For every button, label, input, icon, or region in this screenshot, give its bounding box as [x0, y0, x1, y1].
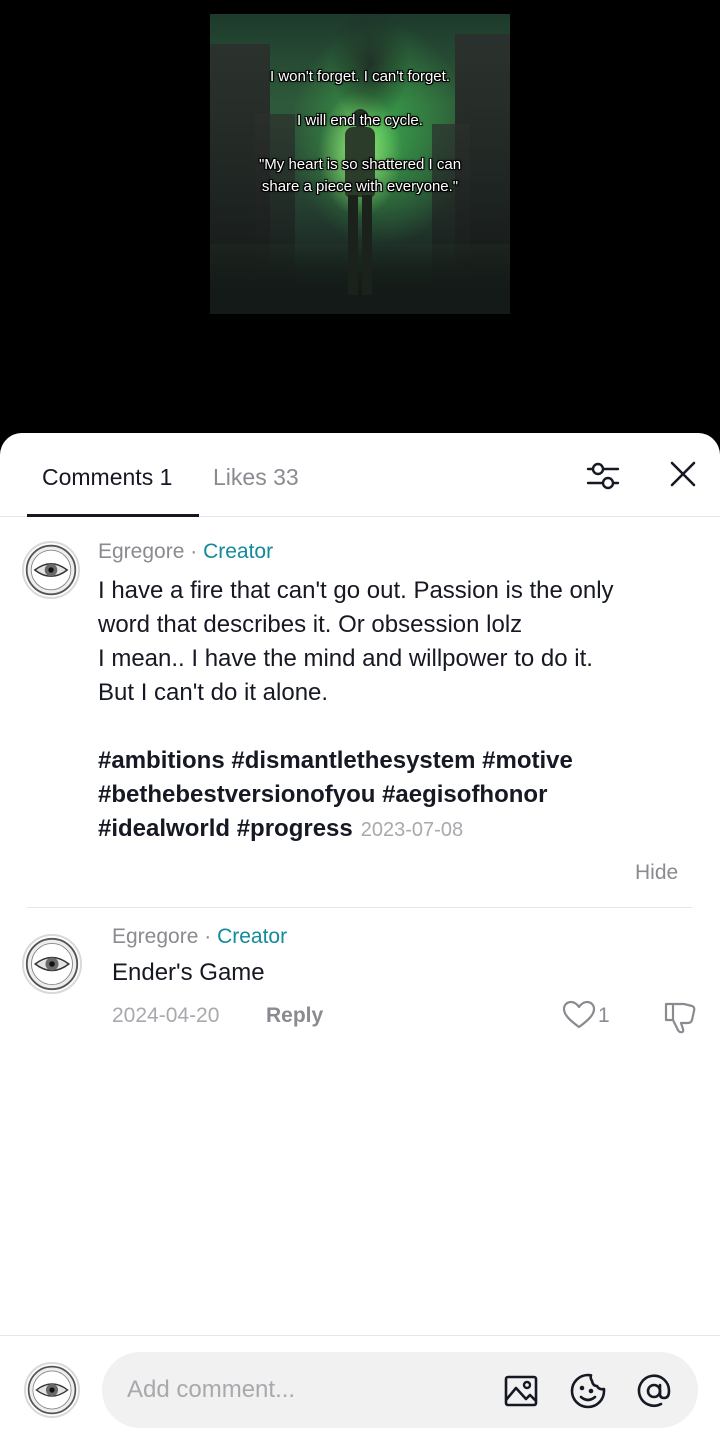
comment-author[interactable]: Egregore — [98, 540, 184, 563]
caption-line: I won't forget. I can't forget. — [270, 68, 450, 85]
heart-icon — [562, 1000, 596, 1029]
comment-text-line: I have a fire that can't go out. Passion… — [98, 577, 614, 604]
hashtag-line[interactable]: #ambitions #dismantlethesystem #motive — [98, 744, 698, 778]
meta-separator: · — [198, 925, 218, 948]
emoji-icon[interactable] — [569, 1372, 607, 1410]
caption-line: I will end the cycle. — [297, 112, 423, 129]
video-thumbnail: I won't forget. I can't forget. I will e… — [210, 14, 510, 314]
video-caption: I won't forget. I can't forget. I will e… — [210, 66, 510, 198]
comment-input-placeholder: Add comment... — [127, 1376, 296, 1403]
tab-comments[interactable]: Comments 1 — [42, 463, 172, 491]
hashtag-line[interactable]: #bethebestversionofyou #aegisofhonor — [98, 778, 698, 812]
comment-text: Ender's Game — [112, 959, 265, 986]
comment-text-line: But I can't do it alone. — [98, 679, 329, 706]
caption-line: "My heart is so shattered I can share a … — [258, 156, 462, 195]
close-icon[interactable] — [664, 455, 702, 493]
comment-meta: Egregore · Creator — [98, 539, 273, 565]
image-icon[interactable] — [502, 1372, 540, 1410]
avatar[interactable] — [22, 934, 82, 994]
comment-item[interactable]: Egregore · Creator I have a fire that ca… — [0, 517, 720, 907]
comment-author[interactable]: Egregore — [112, 925, 198, 948]
sliders-icon[interactable] — [584, 457, 622, 495]
comments-sheet: Comments 1 Likes 33 Egregore · Creator I… — [0, 433, 720, 1444]
like-button[interactable]: 1 — [562, 998, 622, 1032]
tab-likes[interactable]: Likes 33 — [213, 463, 299, 491]
comment-text: I have a fire that can't go out. Passion… — [98, 574, 698, 847]
thumbs-down-icon[interactable] — [662, 1000, 698, 1034]
comment-composer: Add comment... — [0, 1335, 720, 1444]
comment-input[interactable]: Add comment... — [102, 1352, 698, 1428]
reply-button[interactable]: Reply — [266, 1003, 323, 1029]
comment-item[interactable]: Egregore · Creator Ender's Game 2024-04-… — [0, 908, 720, 1058]
comment-text-line: word that describes it. Or obsession lol… — [98, 611, 523, 638]
creator-badge: Creator — [217, 925, 288, 948]
avatar — [24, 1362, 80, 1418]
comment-meta: Egregore · Creator — [112, 924, 287, 950]
avatar[interactable] — [22, 541, 80, 599]
comment-date: 2024-04-20 — [112, 1004, 220, 1027]
like-count: 1 — [598, 1004, 610, 1027]
hashtag-line[interactable]: #idealworld #progress — [98, 815, 353, 842]
comment-date: 2023-07-08 — [360, 819, 464, 841]
hide-button[interactable]: Hide — [635, 860, 678, 886]
creator-badge: Creator — [203, 540, 274, 563]
video-player[interactable]: I won't forget. I can't forget. I will e… — [0, 0, 720, 460]
comment-text-line: I mean.. I have the mind and willpower t… — [98, 645, 593, 672]
meta-separator: · — [184, 540, 204, 563]
tabs-bar: Comments 1 Likes 33 — [0, 433, 720, 517]
at-icon[interactable] — [635, 1372, 673, 1410]
